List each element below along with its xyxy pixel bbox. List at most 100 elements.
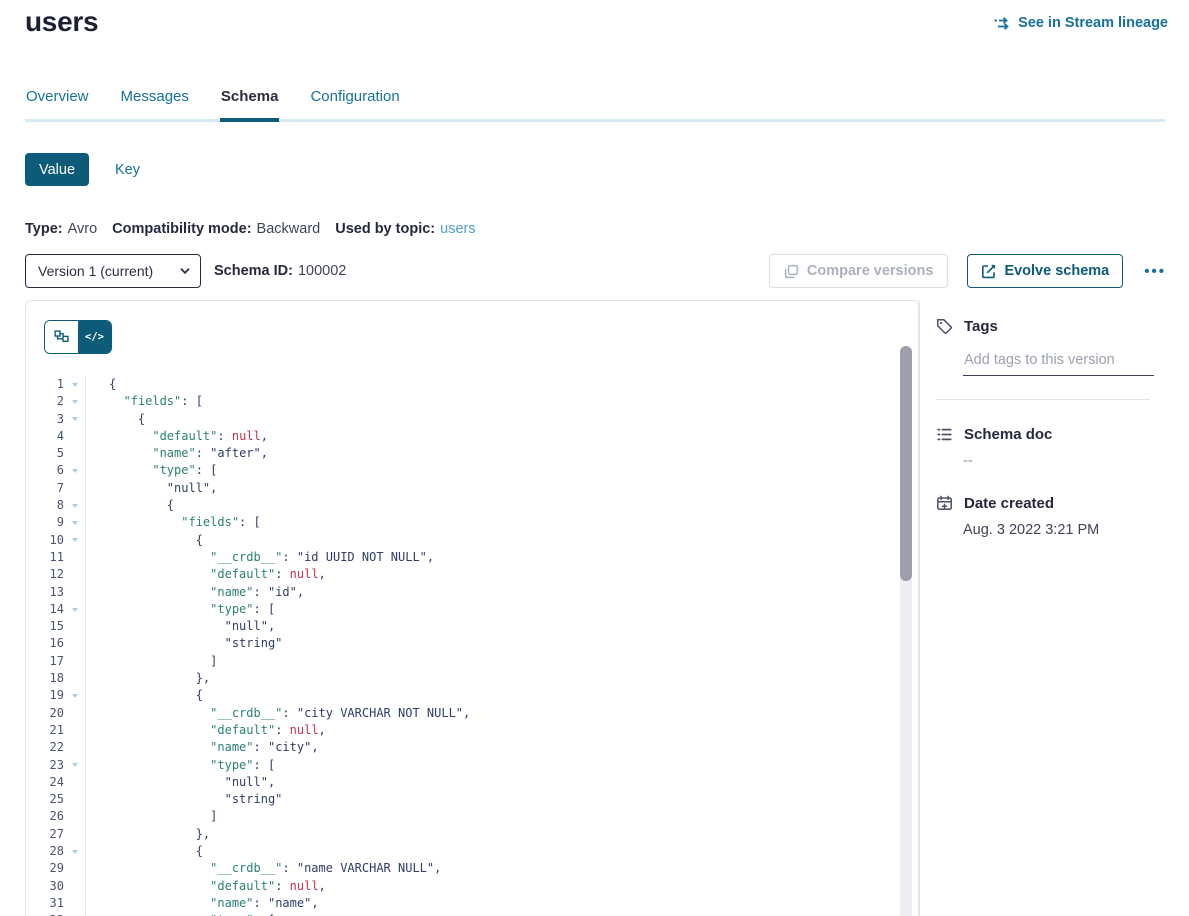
code-text: "null",	[85, 480, 217, 497]
type-pair: Type: Avro	[25, 221, 97, 237]
line-number: 4	[26, 428, 64, 445]
fold-arrow-icon[interactable]	[64, 462, 85, 479]
fold-spacer	[64, 618, 85, 635]
code-text: "null",	[85, 774, 275, 791]
see-in-stream-lineage-link[interactable]: See in Stream lineage	[993, 15, 1168, 31]
date-created-heading-row: Date created	[936, 495, 1165, 512]
fold-spacer	[64, 480, 85, 497]
list-icon	[936, 426, 953, 443]
code-line: 20 "__crdb__": "city VARCHAR NOT NULL",	[26, 705, 918, 722]
tab-schema[interactable]: Schema	[220, 88, 280, 122]
code-text: {	[85, 687, 203, 704]
code-line: 24 "null",	[26, 774, 918, 791]
fold-spacer	[64, 566, 85, 583]
code-text: "default": null,	[85, 722, 326, 739]
compatibility-value: Backward	[257, 221, 321, 237]
code-text: "fields": [	[85, 393, 203, 410]
tags-heading-row: Tags	[936, 318, 1165, 335]
fold-spacer	[64, 808, 85, 825]
tree-view-button[interactable]	[45, 321, 78, 353]
value-tab-button[interactable]: Value	[25, 153, 89, 186]
evolve-schema-label: Evolve schema	[1004, 263, 1109, 279]
fold-spacer	[64, 584, 85, 601]
schema-doc-heading-row: Schema doc	[936, 426, 1165, 443]
schema-doc-section: Schema doc --	[936, 426, 1165, 469]
fold-arrow-icon[interactable]	[64, 843, 85, 860]
date-created-heading: Date created	[964, 495, 1054, 512]
compatibility-label: Compatibility mode:	[112, 221, 251, 237]
version-bar: Version 1 (current) Schema ID: 100002	[25, 254, 1168, 288]
code-line: 15 "null",	[26, 618, 918, 635]
fold-arrow-icon[interactable]	[64, 532, 85, 549]
code-line: 10 {	[26, 532, 918, 549]
code-text: "name": "after",	[85, 445, 268, 462]
fold-arrow-icon[interactable]	[64, 411, 85, 428]
tree-view-icon	[54, 330, 69, 345]
line-number: 14	[26, 601, 64, 618]
code-text: "string"	[85, 635, 282, 652]
code-line: 8 {	[26, 497, 918, 514]
code-text: "name": "name",	[85, 895, 319, 912]
tab-messages[interactable]: Messages	[120, 88, 190, 119]
line-number: 28	[26, 843, 64, 860]
line-number: 16	[26, 635, 64, 652]
fold-arrow-icon[interactable]	[64, 757, 85, 774]
code-text: "__crdb__": "name VARCHAR NULL",	[85, 860, 441, 877]
code-text: "type": [	[85, 757, 275, 774]
evolve-schema-button[interactable]: Evolve schema	[967, 254, 1123, 288]
more-options-button[interactable]: •••	[1142, 263, 1168, 280]
fold-spacer	[64, 428, 85, 445]
line-number: 23	[26, 757, 64, 774]
code-text: "default": null,	[85, 566, 326, 583]
code-line: 4 "default": null,	[26, 428, 918, 445]
fold-spacer	[64, 774, 85, 791]
version-select[interactable]: Version 1 (current)	[25, 254, 201, 288]
code-line: 9 "fields": [	[26, 514, 918, 531]
code-line: 17 ]	[26, 653, 918, 670]
add-tags-input[interactable]	[963, 352, 1154, 376]
tags-heading: Tags	[964, 318, 998, 335]
fold-spacer	[64, 878, 85, 895]
schema-sidebar: Tags Schema doc --	[919, 300, 1165, 916]
line-number: 3	[26, 411, 64, 428]
fold-spacer	[64, 826, 85, 843]
tab-configuration[interactable]: Configuration	[309, 88, 400, 119]
compare-versions-button[interactable]: Compare versions	[769, 254, 949, 288]
fold-spacer	[64, 705, 85, 722]
code-text: },	[85, 670, 210, 687]
edit-icon	[981, 264, 996, 279]
fold-arrow-icon[interactable]	[64, 601, 85, 618]
version-select-wrap: Version 1 (current)	[25, 254, 201, 288]
line-number: 8	[26, 497, 64, 514]
line-number: 24	[26, 774, 64, 791]
code-text: {	[85, 532, 203, 549]
code-text: "name": "city",	[85, 739, 319, 756]
code-view-button[interactable]: </>	[78, 321, 111, 353]
line-number: 7	[26, 480, 64, 497]
code-text: "fields": [	[85, 514, 261, 531]
fold-arrow-icon[interactable]	[64, 393, 85, 410]
code-line: 1{	[26, 376, 918, 393]
code-line: 16 "string"	[26, 635, 918, 652]
fold-arrow-icon[interactable]	[64, 912, 85, 916]
code-text: {	[85, 843, 203, 860]
key-tab-button[interactable]: Key	[115, 162, 140, 178]
code-line: 25 "string"	[26, 791, 918, 808]
topic-link[interactable]: users	[440, 221, 475, 237]
fold-arrow-icon[interactable]	[64, 497, 85, 514]
editor-scrollbar-track[interactable]	[900, 346, 912, 916]
fold-arrow-icon[interactable]	[64, 687, 85, 704]
editor-scrollbar-thumb[interactable]	[900, 346, 912, 581]
date-created-value: Aug. 3 2022 3:21 PM	[963, 522, 1165, 538]
code-line: 2 "fields": [	[26, 393, 918, 410]
tab-overview[interactable]: Overview	[25, 88, 90, 119]
fold-spacer	[64, 860, 85, 877]
fold-spacer	[64, 670, 85, 687]
line-number: 10	[26, 532, 64, 549]
compare-icon	[784, 264, 799, 279]
fold-arrow-icon[interactable]	[64, 514, 85, 531]
type-value: Avro	[68, 221, 98, 237]
sidebar-divider	[936, 399, 1150, 400]
line-number: 30	[26, 878, 64, 895]
fold-arrow-icon[interactable]	[64, 376, 85, 393]
